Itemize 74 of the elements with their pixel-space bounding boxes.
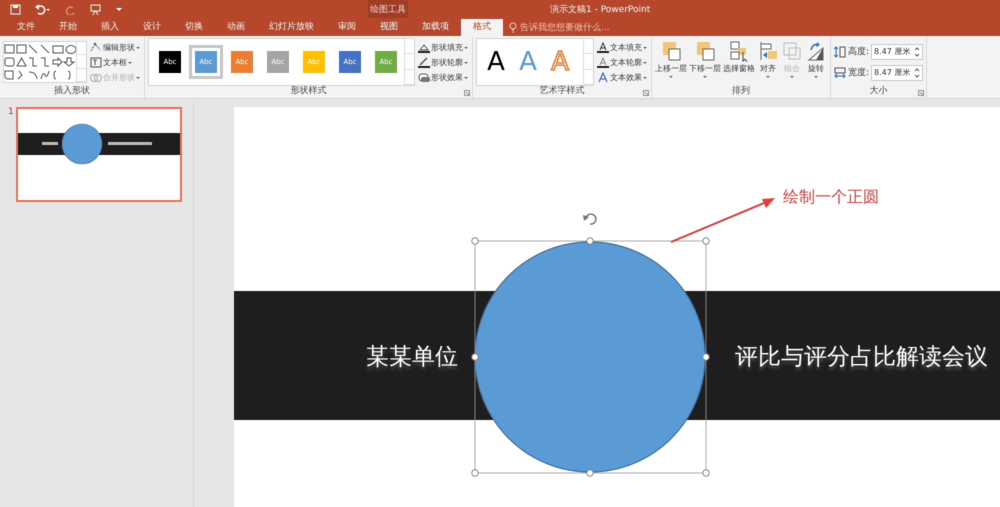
shape-outline-command[interactable]: 形状轮廓 [418, 56, 469, 68]
dialog-launcher-icon[interactable] [643, 90, 649, 96]
spinner-icon [915, 68, 920, 78]
dialog-launcher-icon[interactable] [918, 90, 924, 96]
shape-effects-icon [418, 72, 430, 82]
group-label: 大小 [870, 86, 888, 97]
size-field[interactable]: 8.47 厘米 [871, 44, 924, 60]
caret-icon [702, 75, 708, 80]
slide-thumbnail[interactable] [16, 107, 182, 202]
dialog-launcher-icon[interactable] [464, 90, 470, 96]
text-box-command[interactable]: 文本框 [90, 56, 141, 68]
align-button[interactable]: 对齐 [757, 40, 779, 80]
shape-outline-icon [418, 56, 430, 68]
wordart-preset[interactable]: A [481, 47, 511, 77]
ribbon-tab[interactable]: 切换 [173, 19, 215, 36]
caret-icon [766, 75, 770, 80]
selection-pane-button[interactable]: 选择窗格 [723, 40, 755, 74]
selection-pane-icon [728, 40, 750, 62]
ribbon-tab[interactable]: 开始 [47, 19, 89, 36]
ribbon-tab[interactable]: 格式 [461, 19, 503, 36]
text-fill-command[interactable]: 文本填充 [597, 40, 648, 54]
send-backward-button[interactable]: 下移一层 [689, 40, 721, 80]
text-outline-command[interactable]: 文本轮廓 [597, 56, 648, 68]
caret-icon [790, 75, 794, 80]
shapes-gallery-drawing[interactable] [4, 44, 76, 80]
shape-fill-command[interactable]: 形状填充 [418, 40, 469, 54]
slideshow-icon[interactable] [90, 4, 101, 14]
ribbon-tab[interactable]: 加载项 [410, 19, 461, 36]
spinner-icon [915, 46, 920, 56]
rotate-button[interactable]: 旋转 [805, 40, 827, 80]
edit-shape-command[interactable]: 编辑形状 [90, 40, 141, 54]
group-label: 形状样式 [290, 86, 326, 97]
shape-fill-icon [418, 42, 430, 52]
text-effects-command[interactable]: 文本效果 [597, 70, 648, 84]
ribbon-tab[interactable]: 文件 [5, 19, 47, 36]
wordart-preset[interactable]: A [545, 47, 575, 77]
ribbon-tab[interactable]: 审阅 [326, 19, 368, 36]
text-fill-icon [597, 42, 609, 52]
shape-effects-command[interactable]: 形状效果 [418, 70, 469, 84]
merge-shapes-icon [90, 72, 102, 82]
annotation-text: 绘制一个正圆 [783, 187, 879, 208]
slide-title-text: 某某单位 [366, 343, 458, 372]
group-icon [781, 40, 803, 62]
ribbon-tab[interactable]: 插入 [89, 19, 131, 36]
group-label: 插入形状 [54, 86, 90, 97]
bring-forward-button[interactable]: 上移一层 [655, 40, 687, 80]
ribbon-tab[interactable]: 幻灯片放映 [257, 19, 326, 36]
rotate-handle-icon[interactable] [583, 213, 597, 225]
field-label: 高度: [848, 46, 870, 58]
text-outline-icon [597, 56, 609, 68]
wordart-preset[interactable]: A [513, 47, 543, 77]
ribbon-tab[interactable]: 设计 [131, 19, 173, 36]
undo-icon[interactable] [35, 4, 51, 14]
text-effects-icon [597, 72, 609, 82]
group-label: 排列 [732, 86, 750, 97]
slide-number: 1 [8, 107, 14, 119]
ribbon-tab[interactable]: 视图 [368, 19, 410, 36]
lightbulb-icon [509, 22, 517, 33]
bring-forward-icon [660, 40, 682, 62]
contextual-tab-group: 绘图工具 [368, 0, 408, 18]
edit-shape-icon [90, 42, 102, 52]
save-icon[interactable] [10, 4, 21, 14]
ribbon-tab[interactable]: 动画 [215, 19, 257, 36]
width-icon [834, 66, 846, 78]
height-icon [834, 46, 846, 58]
field-label: 宽度: [848, 66, 870, 79]
text-box-icon [90, 56, 102, 68]
caret-icon [814, 75, 818, 80]
window-title: 演示文稿1 - PowerPoint [550, 4, 650, 16]
slide-subtitle-text: 评比与评分占比解读会议 [735, 343, 988, 372]
size-field[interactable]: 8.47 厘米 [871, 64, 924, 80]
caret-icon [668, 75, 674, 80]
tell-me-field[interactable]: 告诉我您想要做什么... [509, 19, 610, 36]
group-label: 艺术字样式 [540, 86, 584, 97]
